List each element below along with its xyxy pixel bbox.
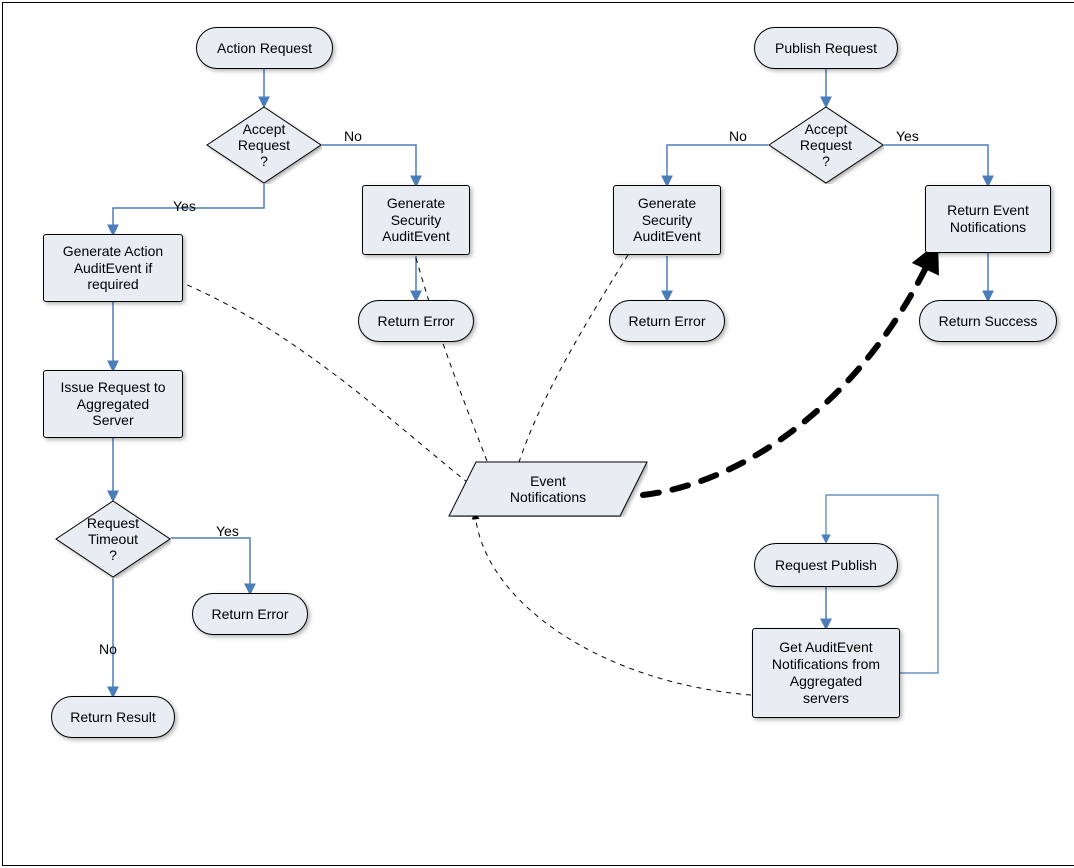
return-success-label: Return Success — [939, 313, 1038, 330]
edge-label-no-p: No — [729, 128, 747, 144]
generate-security-audit-process-2: Generate Security AuditEvent — [613, 185, 721, 255]
return-result-terminator: Return Result — [51, 696, 175, 738]
get-audit-event-label: Get AuditEvent Notifications from Aggreg… — [772, 639, 880, 706]
edge-label-yes-2: Yes — [896, 128, 919, 144]
return-event-notifications-label: Return Event Notifications — [947, 202, 1029, 236]
return-result-label: Return Result — [70, 709, 156, 726]
return-success-terminator: Return Success — [919, 300, 1057, 342]
edge-label-no-2: No — [99, 641, 117, 657]
return-error-a-label: Return Error — [377, 313, 454, 330]
generate-action-audit-process: Generate Action AuditEvent if required — [43, 234, 183, 302]
generate-security-audit-process-1: Generate Security AuditEvent — [362, 185, 470, 255]
return-error-terminator-c: Return Error — [609, 300, 725, 342]
generate-security-audit-1-label: Generate Security AuditEvent — [382, 195, 450, 245]
return-error-b-label: Return Error — [211, 606, 288, 623]
return-error-terminator-a: Return Error — [358, 300, 474, 342]
generate-security-audit-2-label: Generate Security AuditEvent — [633, 195, 701, 245]
return-error-c-label: Return Error — [628, 313, 705, 330]
return-error-terminator-b: Return Error — [192, 593, 308, 635]
accept-request-decision-1: Accept Request ? — [206, 106, 322, 184]
edge-label-no-1: No — [344, 128, 362, 144]
event-notifications-io: Event Notifications — [448, 461, 648, 517]
request-publish-label: Request Publish — [775, 557, 877, 574]
action-request-terminator: Action Request — [196, 27, 333, 69]
request-timeout-decision: Request Timeout ? — [55, 500, 171, 578]
publish-request-terminator: Publish Request — [754, 27, 898, 69]
issue-request-label: Issue Request to Aggregated Server — [60, 379, 165, 429]
accept-request-1-label: Accept Request ? — [238, 121, 290, 169]
publish-request-label: Publish Request — [775, 40, 877, 57]
issue-request-process: Issue Request to Aggregated Server — [43, 370, 183, 438]
return-event-notifications-process: Return Event Notifications — [925, 185, 1051, 253]
edge-label-yes-1: Yes — [173, 198, 196, 214]
accept-request-decision-2: Accept Request ? — [768, 106, 884, 184]
generate-action-audit-label: Generate Action AuditEvent if required — [63, 243, 163, 293]
request-publish-terminator: Request Publish — [754, 543, 898, 587]
accept-request-2-label: Accept Request ? — [800, 121, 852, 169]
flowchart-canvas: Action Request Accept Request ? Generate… — [2, 2, 1074, 866]
action-request-label: Action Request — [217, 40, 312, 57]
request-timeout-label: Request Timeout ? — [87, 515, 139, 563]
get-audit-event-process: Get AuditEvent Notifications from Aggreg… — [752, 628, 900, 718]
edge-label-timeout-yes: Yes — [216, 523, 239, 539]
event-notifications-label: Event Notifications — [510, 473, 586, 505]
